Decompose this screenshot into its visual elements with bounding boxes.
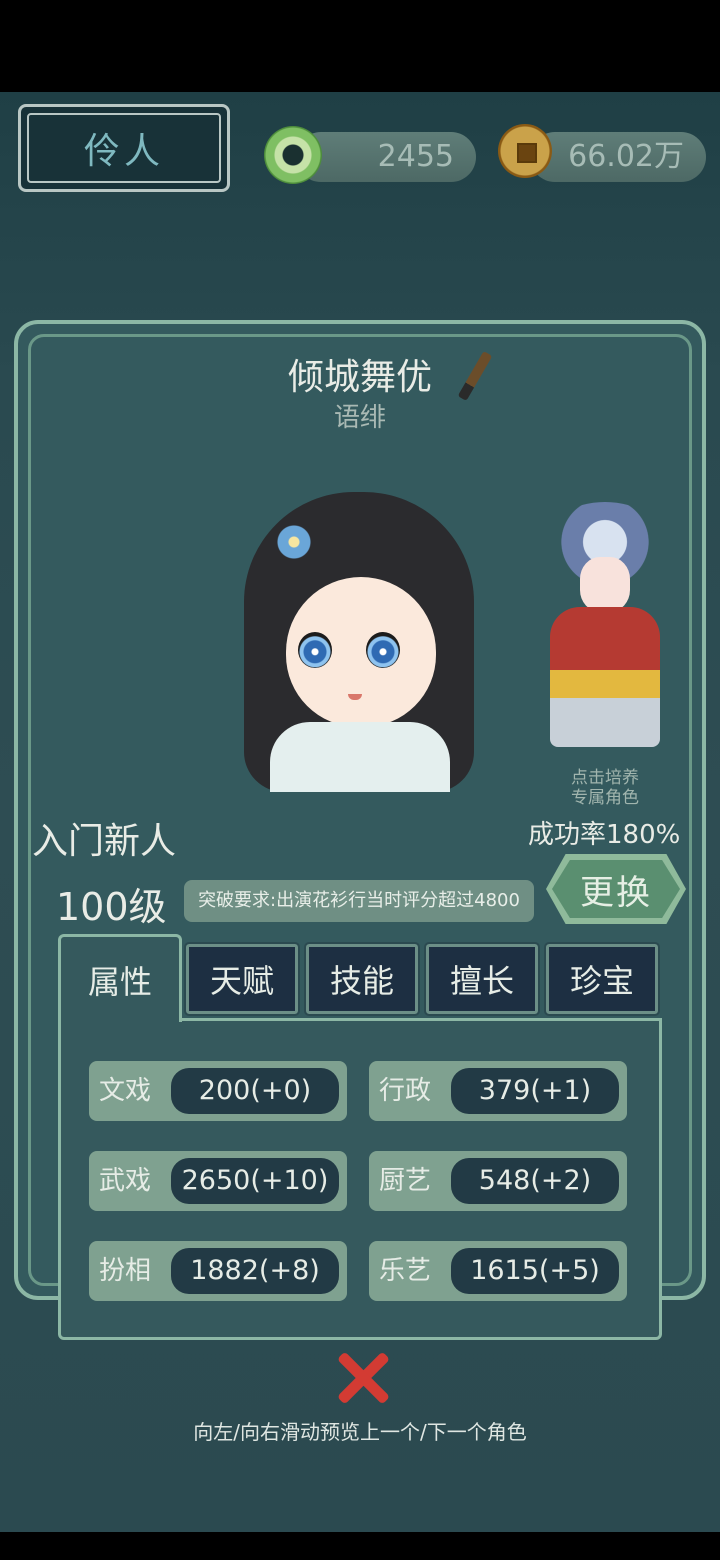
portrait-eye-right [366,632,400,668]
stat-row: 武戏 2650(+10) [89,1151,347,1211]
status-bar [0,0,720,92]
character-name: 倾城舞优 [287,357,432,398]
caption-line-1: 点击培养 [571,768,639,788]
title-frame: 伶人 [18,104,230,192]
stat-row: 厨艺 548(+2) [369,1151,627,1211]
game-screen: 伶人 2455 66.02万 倾城舞优 语绯 点击培养 专属角色 入门新人 成功… [0,92,720,1532]
stat-value: 1882(+8) [171,1248,339,1294]
stat-row: 扮相 1882(+8) [89,1241,347,1301]
caption-line-2: 专属角色 [571,788,639,808]
stat-label: 行政 [379,1076,432,1106]
success-rate: 成功率180% [528,820,681,850]
opera-face [580,557,630,612]
attributes-panel: 文戏 200(+0) 行政 379(+1) 武戏 2650(+10) 厨艺 54… [58,1018,662,1340]
opera-costume [550,607,660,747]
change-button-label: 更换 [552,860,680,918]
jade-currency-bar[interactable]: 2455 [296,132,476,182]
character-rank: 入门新人 [32,821,177,862]
tab-skills[interactable]: 技能 [304,942,420,1016]
stat-row: 行政 379(+1) [369,1061,627,1121]
hair-flower-icon [274,522,314,562]
stat-label: 文戏 [99,1076,152,1106]
coin-amount: 66.02万 [568,139,684,174]
stat-label: 武戏 [99,1166,152,1196]
special-role-figure[interactable] [540,502,670,762]
character-level: 100级 [56,885,167,929]
tab-attributes[interactable]: 属性 [58,934,182,1022]
page-title: 伶人 [83,131,164,172]
navigation-bar [0,1532,720,1560]
portrait-eye-left [298,632,332,668]
character-portrait[interactable] [234,472,484,792]
coin-currency-bar[interactable]: 66.02万 [530,132,706,182]
stat-label: 厨艺 [379,1166,432,1196]
character-subtitle: 语绯 [333,403,386,433]
jade-amount: 2455 [377,139,454,174]
stat-value: 379(+1) [451,1068,619,1114]
close-icon[interactable] [330,1350,396,1406]
breakthrough-requirement: 突破要求:出演花衫行当时评分超过4800 [184,880,534,922]
stat-label: 乐艺 [379,1256,432,1286]
stat-row: 乐艺 1615(+5) [369,1241,627,1301]
change-button[interactable]: 更换 [546,854,686,924]
tabs-area: 文戏 200(+0) 行政 379(+1) 武戏 2650(+10) 厨艺 54… [58,934,662,1342]
portrait-dress [270,722,450,792]
tab-treasure[interactable]: 珍宝 [544,942,660,1016]
stat-value: 2650(+10) [171,1158,339,1204]
stat-value: 1615(+5) [451,1248,619,1294]
special-role-caption[interactable]: 点击培养 专属角色 [540,768,670,808]
stat-value: 548(+2) [451,1158,619,1204]
tab-specialty[interactable]: 擅长 [424,942,540,1016]
tab-talent[interactable]: 天赋 [184,942,300,1016]
stat-row: 文戏 200(+0) [89,1061,347,1121]
stat-value: 200(+0) [171,1068,339,1114]
stat-label: 扮相 [99,1256,152,1286]
coin-icon [498,124,552,178]
swipe-hint: 向左/向右滑动预览上一个/下一个角色 [193,1420,527,1444]
jade-icon [264,126,322,184]
